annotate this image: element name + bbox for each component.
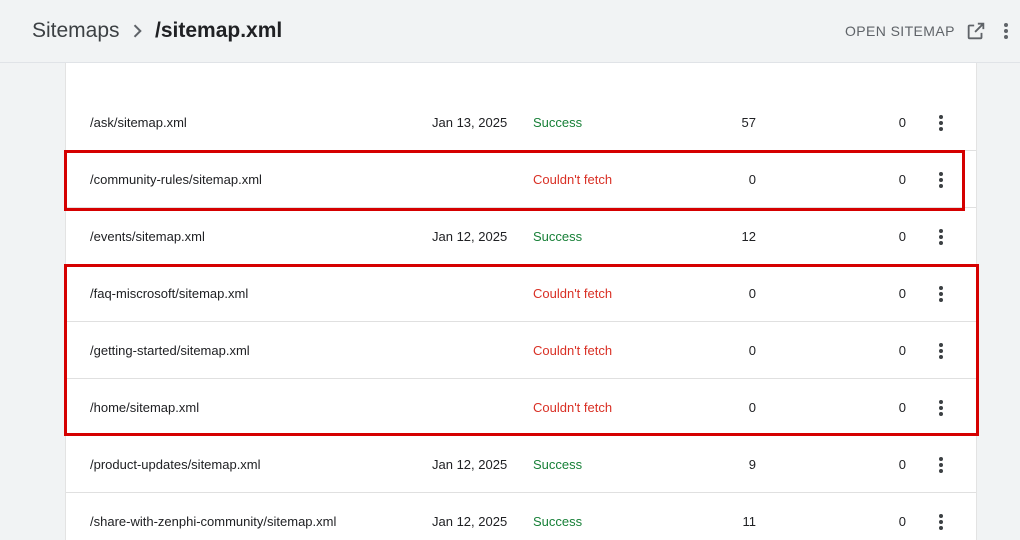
last-read-date: Jan 12, 2025 [432, 514, 508, 529]
sitemap-path: /ask/sitemap.xml [90, 115, 187, 130]
row-more-icon[interactable] [930, 265, 952, 322]
discovered-videos: 0 [898, 514, 906, 529]
table-row[interactable]: /product-updates/sitemap.xml Jan 12, 2025… [66, 436, 976, 493]
sitemap-path: /home/sitemap.xml [90, 400, 200, 415]
last-read-date: Jan 12, 2025 [432, 229, 508, 244]
row-more-icon[interactable] [930, 436, 952, 493]
status-text: Success [533, 115, 583, 130]
chevron-right-icon [133, 24, 142, 38]
row-more-icon[interactable] [930, 379, 952, 436]
row-more-icon[interactable] [930, 94, 952, 151]
discovered-videos: 0 [898, 457, 906, 472]
table-row[interactable]: /share-with-zenphi-community/sitemap.xml… [66, 493, 976, 540]
sitemap-path: /events/sitemap.xml [90, 229, 205, 244]
table-row[interactable]: /events/sitemap.xml Jan 12, 2025 Success 12… [66, 208, 976, 265]
discovered-videos: 0 [898, 400, 906, 415]
more-options-icon[interactable] [996, 19, 1016, 43]
sitemap-path: /getting-started/sitemap.xml [90, 343, 250, 358]
open-sitemap-button[interactable]: OPEN SITEMAP [845, 17, 987, 45]
discovered-videos: 0 [898, 229, 906, 244]
discovered-videos: 0 [898, 343, 906, 358]
sitemap-path: /share-with-zenphi-community/sitemap.xml [90, 514, 337, 529]
discovered-pages: 12 [741, 229, 756, 244]
page-title: /sitemap.xml [155, 19, 283, 42]
row-more-icon[interactable] [930, 493, 952, 540]
row-more-icon[interactable] [930, 151, 952, 208]
sitemaps-table: /announcements/sitemap.xmlJan 12, 2025Su… [65, 0, 977, 540]
discovered-pages: 57 [741, 115, 756, 130]
table-row[interactable]: /home/sitemap.xml Couldn't fetch 0 0 [66, 379, 976, 436]
discovered-pages: 0 [748, 286, 756, 301]
sitemap-path: /faq-miscrosoft/sitemap.xml [90, 286, 249, 301]
status-text: Couldn't fetch [533, 343, 613, 358]
open-in-new-icon [967, 22, 985, 40]
table-row[interactable]: /faq-miscrosoft/sitemap.xml Couldn't fetc… [66, 265, 976, 322]
discovered-videos: 0 [898, 286, 906, 301]
discovered-pages: 11 [742, 514, 757, 529]
status-text: Couldn't fetch [533, 400, 613, 415]
status-text: Couldn't fetch [533, 172, 613, 187]
status-text: Couldn't fetch [533, 286, 613, 301]
table-row[interactable]: /getting-started/sitemap.xml Couldn't fet… [66, 322, 976, 379]
discovered-pages: 0 [748, 343, 756, 358]
discovered-videos: 0 [898, 115, 906, 130]
sitemap-path: /community-rules/sitemap.xml [90, 172, 262, 187]
last-read-date: Jan 12, 2025 [432, 457, 508, 472]
open-sitemap-label: OPEN SITEMAP [845, 23, 955, 39]
status-text: Success [533, 229, 583, 244]
discovered-pages: 0 [748, 172, 756, 187]
discovered-pages: 9 [748, 457, 756, 472]
table-row[interactable]: /community-rules/sitemap.xml Couldn't fet… [66, 151, 976, 208]
status-text: Success [533, 457, 583, 472]
row-more-icon[interactable] [930, 208, 952, 265]
table-row[interactable]: /ask/sitemap.xml Jan 13, 2025 Success 57 0 [66, 94, 976, 151]
row-more-icon[interactable] [930, 322, 952, 379]
discovered-videos: 0 [898, 172, 906, 187]
breadcrumb-sitemaps[interactable]: Sitemaps [32, 19, 120, 43]
discovered-pages: 0 [748, 400, 756, 415]
last-read-date: Jan 13, 2025 [432, 115, 508, 130]
sitemap-path: /product-updates/sitemap.xml [90, 457, 261, 472]
status-text: Success [533, 514, 583, 529]
top-bar: Sitemaps /sitemap.xml OPEN SITEMAP [0, 0, 1020, 63]
